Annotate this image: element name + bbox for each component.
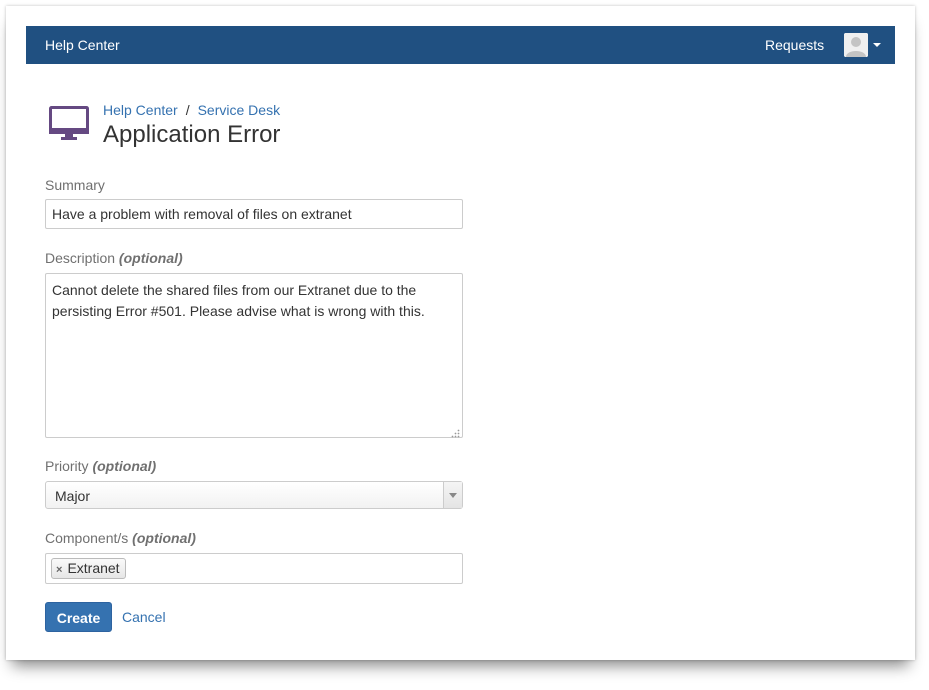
priority-label-text: Priority [45, 458, 89, 474]
requests-link[interactable]: Requests [765, 37, 824, 53]
breadcrumb-help-center[interactable]: Help Center [103, 102, 178, 118]
page-title: Application Error [103, 121, 281, 148]
description-optional-text: (optional) [118, 250, 183, 266]
resize-grip-icon[interactable] [450, 425, 460, 443]
priority-selected-value: Major [55, 488, 91, 504]
priority-optional-text: (optional) [92, 458, 157, 474]
breadcrumb: Help Center / Service Desk [103, 102, 280, 118]
breadcrumb-service-desk[interactable]: Service Desk [198, 102, 280, 118]
description-label: Description (optional) [45, 250, 183, 266]
components-label-text: Component/s [45, 530, 129, 546]
top-navigation-bar: Help Center Requests [26, 26, 895, 64]
components-multiselect[interactable]: × Extranet [45, 553, 463, 584]
components-optional-text: (optional) [132, 530, 196, 546]
summary-input[interactable] [45, 199, 463, 229]
create-button[interactable]: Create [45, 602, 112, 632]
component-token-extranet: × Extranet [51, 558, 126, 579]
help-center-home-link[interactable]: Help Center [45, 37, 120, 53]
summary-label: Summary [45, 177, 105, 193]
priority-dropdown-button[interactable] [443, 482, 462, 508]
priority-select[interactable]: Major [45, 481, 463, 509]
summary-label-text: Summary [45, 177, 105, 193]
page-frame: Help Center Requests Help Center / Service… [6, 6, 915, 660]
remove-token-icon[interactable]: × [56, 564, 62, 576]
chevron-down-icon[interactable] [873, 43, 881, 47]
component-token-label: Extranet [67, 560, 120, 576]
monitor-icon [49, 106, 89, 147]
priority-label: Priority (optional) [45, 458, 156, 474]
user-avatar-icon[interactable] [844, 33, 868, 57]
components-label: Component/s (optional) [45, 530, 196, 546]
description-textarea[interactable]: Cannot delete the shared files from our … [45, 273, 463, 438]
breadcrumb-separator: / [185, 102, 190, 118]
chevron-down-icon [449, 493, 457, 498]
cancel-link[interactable]: Cancel [122, 609, 166, 625]
description-label-text: Description [45, 250, 116, 266]
